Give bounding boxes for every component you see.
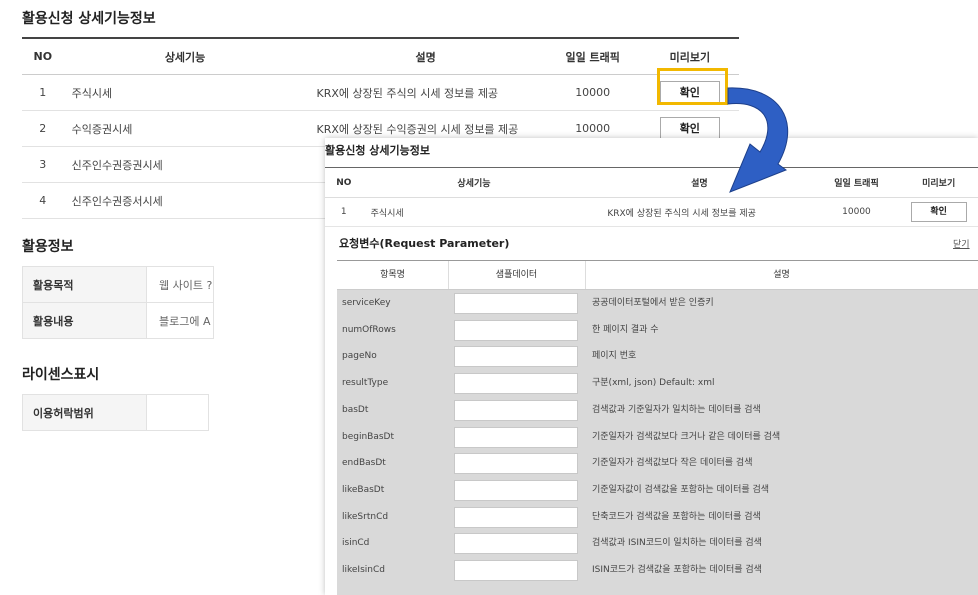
preview-button-2[interactable]: 확인: [659, 116, 720, 141]
param-sample-input[interactable]: [454, 479, 578, 501]
param-row: pageNo 페이지 번호: [337, 343, 978, 370]
param-row: beginBasDt 기준일자가 검색값보다 크거나 같은 데이터를 검색: [337, 424, 978, 451]
param-row: basDt 검색값과 기준일자가 일치하는 데이터를 검색: [337, 397, 978, 424]
overlay-col-preview: 미리보기: [922, 179, 956, 189]
param-row: likeBasDt 기준일자값이 검색값을 포함하는 데이터를 검색: [337, 477, 978, 504]
param-name: pageNo: [342, 351, 377, 362]
param-desc: 기준일자값이 검색값을 포함하는 데이터를 검색: [592, 484, 770, 495]
overlay-function-table: NO 상세기능 설명 일일 트래픽 미리보기 1 주식시세 KRX에 상장된 주…: [325, 167, 978, 227]
overlay-col-traffic: 일일 트래픽: [834, 179, 879, 189]
param-name: likeBasDt: [342, 484, 385, 495]
request-param-title: 요청변수(Request Parameter): [339, 237, 510, 250]
page-title: 활용신청 상세기능정보: [22, 11, 156, 27]
license-title: 라이센스표시: [22, 367, 100, 383]
param-name: beginBasDt: [342, 431, 395, 442]
arrow-icon: [727, 87, 789, 193]
param-row: likeIsinCd ISIN코드가 검색값을 포함하는 데이터를 검색: [337, 557, 978, 584]
overlay-preview-button[interactable]: 확인: [910, 202, 967, 222]
param-desc: ISIN코드가 검색값을 포함하는 데이터를 검색: [592, 565, 762, 575]
overlay-col-no: NO: [336, 177, 352, 188]
overlay-col-function: 상세기능: [457, 179, 491, 189]
param-row: endBasDt 기준일자가 검색값보다 작은 데이터를 검색: [337, 450, 978, 477]
table-row: 활용내용 블로그에 A: [22, 302, 215, 339]
param-name: likeSrtnCd: [342, 511, 389, 522]
table-row: 1 주식시세 KRX에 상장된 주식의 시세 정보를 제공 10000 확인: [22, 74, 739, 111]
param-desc: 구분(xml, json) Default: xml: [592, 378, 715, 389]
param-name: isinCd: [342, 538, 370, 549]
license-table: 이용허락범위: [22, 394, 209, 431]
col-desc: 설명: [306, 38, 545, 75]
param-name: likeIsinCd: [342, 565, 385, 575]
table-row: 이용허락범위: [22, 394, 209, 431]
table-row: 1 주식시세 KRX에 상장된 주식의 시세 정보를 제공 10000 확인: [325, 197, 978, 227]
param-row: isinCd 검색값과 ISIN코드이 일치하는 데이터를 검색: [337, 530, 978, 557]
param-sample-input[interactable]: [454, 453, 578, 475]
col-traffic: 일일 트래픽: [544, 38, 641, 75]
usage-table: 활용목적 웹 사이트 ? 활용내용 블로그에 A: [22, 266, 215, 339]
col-no: NO: [22, 38, 64, 75]
param-name: basDt: [342, 404, 369, 415]
param-sample-input[interactable]: [454, 346, 578, 368]
request-param-table: 항목명 샘플데이터 설명 serviceKey 공공데이터포털에서 받은 인증키 n…: [337, 260, 978, 595]
usage-title: 활용정보: [22, 239, 74, 255]
param-col-sample: 샘플데이터: [448, 261, 586, 289]
param-sample-input[interactable]: [454, 293, 578, 314]
param-desc: 검색값과 기준일자가 일치하는 데이터를 검색: [592, 404, 761, 415]
param-sample-input[interactable]: [454, 373, 578, 395]
param-desc: 검색값과 ISIN코드이 일치하는 데이터를 검색: [592, 538, 762, 549]
overlay-title: 활용신청 상세기능정보: [325, 144, 431, 157]
param-row: serviceKey 공공데이터포털에서 받은 인증키: [337, 290, 978, 317]
param-sample-input[interactable]: [454, 426, 578, 448]
param-name: numOfRows: [342, 324, 396, 335]
param-col-desc: 설명: [773, 270, 790, 280]
param-name: endBasDt: [342, 458, 386, 469]
param-desc: 단축코드가 검색값을 포함하는 데이터를 검색: [592, 511, 761, 522]
param-sample-input[interactable]: [454, 319, 578, 341]
param-row: resultType 구분(xml, json) Default: xml: [337, 370, 978, 397]
param-name: serviceKey: [342, 298, 391, 308]
preview-overlay: 활용신청 상세기능정보 NO 상세기능 설명 일일 트래픽 미리보기 1 주식시…: [325, 138, 978, 595]
param-desc: 공공데이터포털에서 받은 인증키: [592, 298, 714, 308]
param-sample-input[interactable]: [454, 560, 578, 581]
param-name: resultType: [342, 378, 389, 389]
param-table-header: 항목명 샘플데이터 설명: [337, 260, 978, 290]
arrow-annotation: [727, 87, 789, 193]
param-desc: 페이지 번호: [592, 351, 637, 362]
param-sample-input[interactable]: [454, 533, 578, 555]
param-desc: 기준일자가 검색값보다 크거나 같은 데이터를 검색: [592, 431, 781, 442]
highlight-box: [657, 68, 728, 105]
col-function: 상세기능: [63, 38, 307, 75]
param-row: likeSrtnCd 단축코드가 검색값을 포함하는 데이터를 검색: [337, 504, 978, 531]
param-desc: 기준일자가 검색값보다 작은 데이터를 검색: [592, 458, 753, 469]
table-row: 활용목적 웹 사이트 ?: [22, 266, 215, 303]
param-sample-input[interactable]: [454, 506, 578, 528]
param-desc: 한 페이지 결과 수: [592, 324, 659, 335]
param-row: numOfRows 한 페이지 결과 수: [337, 317, 978, 344]
close-link[interactable]: 닫기: [953, 237, 970, 250]
param-col-name: 항목명: [337, 261, 449, 289]
param-sample-input[interactable]: [454, 399, 578, 421]
